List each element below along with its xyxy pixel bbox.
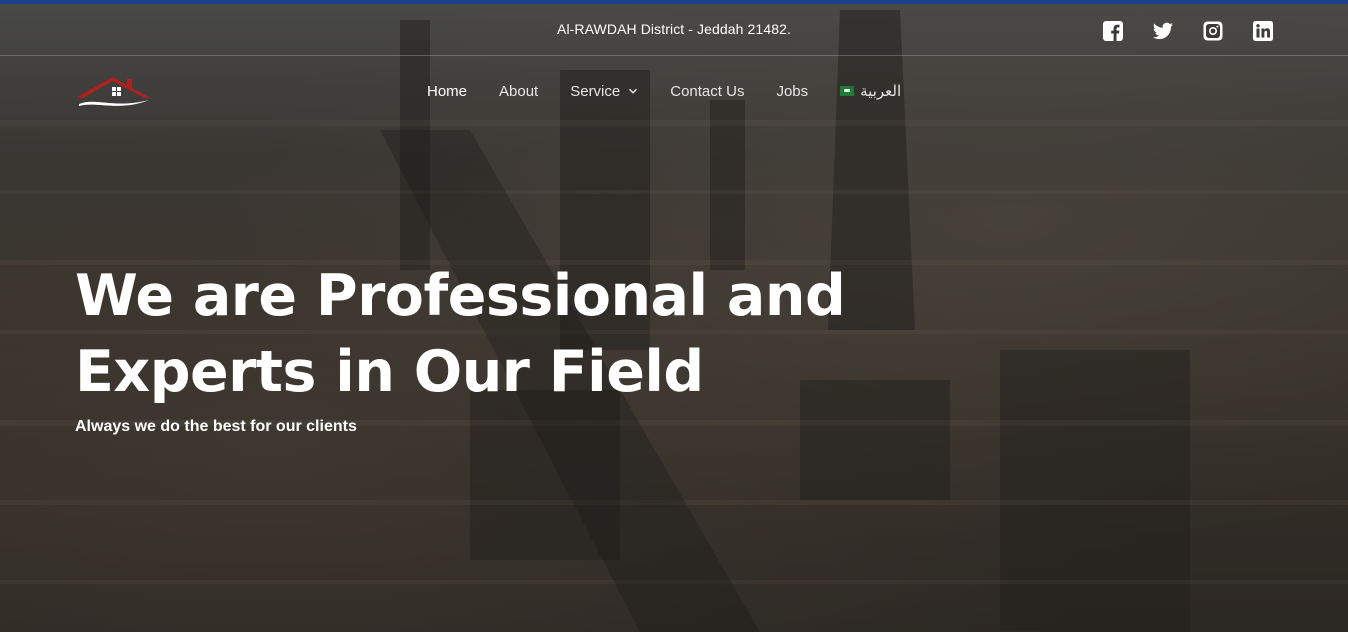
nav-item-service[interactable]: Service bbox=[570, 83, 638, 100]
nav-item-about[interactable]: About bbox=[499, 83, 538, 100]
nav-label: Service bbox=[570, 82, 621, 100]
nav-label: About bbox=[499, 82, 539, 100]
company-logo[interactable] bbox=[75, 71, 153, 111]
social-links bbox=[1102, 20, 1274, 42]
chevron-down-icon bbox=[629, 88, 638, 94]
saudi-flag-icon bbox=[840, 86, 855, 96]
top-bar: Al-RAWDAH District - Jeddah 21482. bbox=[0, 4, 1348, 56]
hero-headline: We are Professional and Experts in Our F… bbox=[75, 258, 846, 410]
nav-label: Jobs bbox=[776, 82, 809, 100]
nav-label: Contact Us bbox=[670, 82, 745, 100]
nav-item-jobs[interactable]: Jobs bbox=[776, 83, 808, 100]
twitter-icon[interactable] bbox=[1152, 20, 1174, 42]
nav-label: Home bbox=[427, 82, 468, 100]
nav-item-contact[interactable]: Contact Us bbox=[670, 83, 744, 100]
hero-section: Al-RAWDAH District - Jeddah 21482. Home … bbox=[0, 0, 1348, 632]
nav-item-home[interactable]: Home bbox=[427, 83, 467, 100]
main-nav: Home About Service Contact Us Jobs العرب… bbox=[427, 82, 933, 101]
hero-tagline: Always we do the best for our clients bbox=[75, 418, 357, 435]
nav-item-arabic[interactable]: العربية bbox=[840, 82, 901, 100]
headline-line-2: Experts in Our Field bbox=[75, 339, 704, 405]
headline-line-1: We are Professional and bbox=[75, 263, 846, 329]
linkedin-icon[interactable] bbox=[1252, 20, 1274, 42]
instagram-icon[interactable] bbox=[1202, 20, 1224, 42]
nav-label: العربية bbox=[860, 83, 902, 100]
facebook-icon[interactable] bbox=[1102, 20, 1124, 42]
